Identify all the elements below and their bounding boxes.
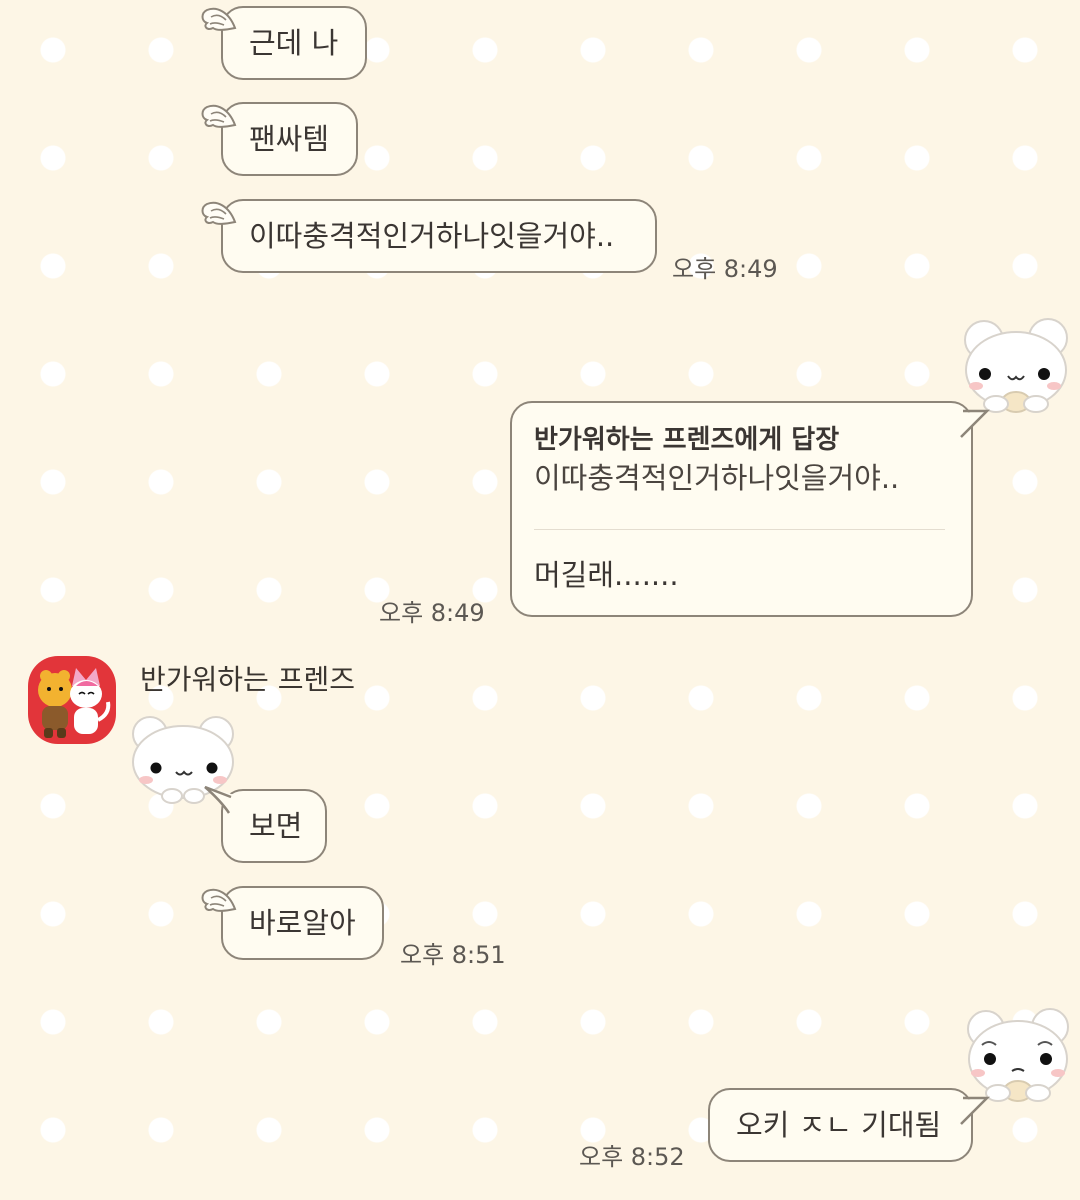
message-text: 이따충격적인거하나잇을거야.. xyxy=(249,219,615,253)
sender-name[interactable]: 반가워하는 프렌즈 xyxy=(140,658,355,698)
angel-wing-icon xyxy=(201,201,237,225)
bubble-tail xyxy=(959,409,991,438)
reply-divider xyxy=(534,529,945,530)
white-bear-sticker xyxy=(964,318,1068,413)
friends-avatar-icon[interactable] xyxy=(28,656,116,744)
reply-message-bubble[interactable]: 반가워하는 프렌즈에게 답장 이따충격적인거하나잇을거야.. 머길래......… xyxy=(510,401,991,617)
message-time: 오후 8:49 xyxy=(379,599,485,627)
message-bubble[interactable]: 보면 xyxy=(204,785,327,863)
bubble-tail xyxy=(204,785,235,815)
message-text: 오키 ㅈㄴ 기대됨 xyxy=(736,1108,942,1142)
angel-wing-icon xyxy=(201,888,237,912)
message-text: 근데 나 xyxy=(249,26,339,60)
message-bubble[interactable]: 팬싸템 xyxy=(221,102,358,176)
message-time: 오후 8:49 xyxy=(672,255,778,283)
message-time: 오후 8:52 xyxy=(579,1143,685,1171)
message-bubble[interactable]: 오키 ㅈㄴ 기대됨 xyxy=(708,1088,991,1162)
reply-title: 반가워하는 프렌즈에게 답장 xyxy=(534,425,840,455)
message-bubble[interactable]: 바로알아 xyxy=(221,886,384,960)
bubble-tail xyxy=(959,1096,991,1125)
message-bubble[interactable]: 근데 나 xyxy=(221,6,367,80)
avatar-illustration xyxy=(38,668,111,738)
message-text: 팬싸템 xyxy=(249,122,330,156)
angel-wing-icon xyxy=(201,104,237,128)
message-text: 바로알아 xyxy=(249,906,356,940)
white-bear-sticker xyxy=(967,1008,1069,1102)
reply-quoted-text: 이따충격적인거하나잇을거야.. xyxy=(534,461,900,495)
message-bubble[interactable]: 이따충격적인거하나잇을거야.. xyxy=(221,199,657,273)
angel-wing-icon xyxy=(201,7,237,31)
message-time: 오후 8:51 xyxy=(400,941,506,969)
message-text: 머길래....... xyxy=(534,558,679,592)
message-text: 보면 xyxy=(249,809,303,843)
